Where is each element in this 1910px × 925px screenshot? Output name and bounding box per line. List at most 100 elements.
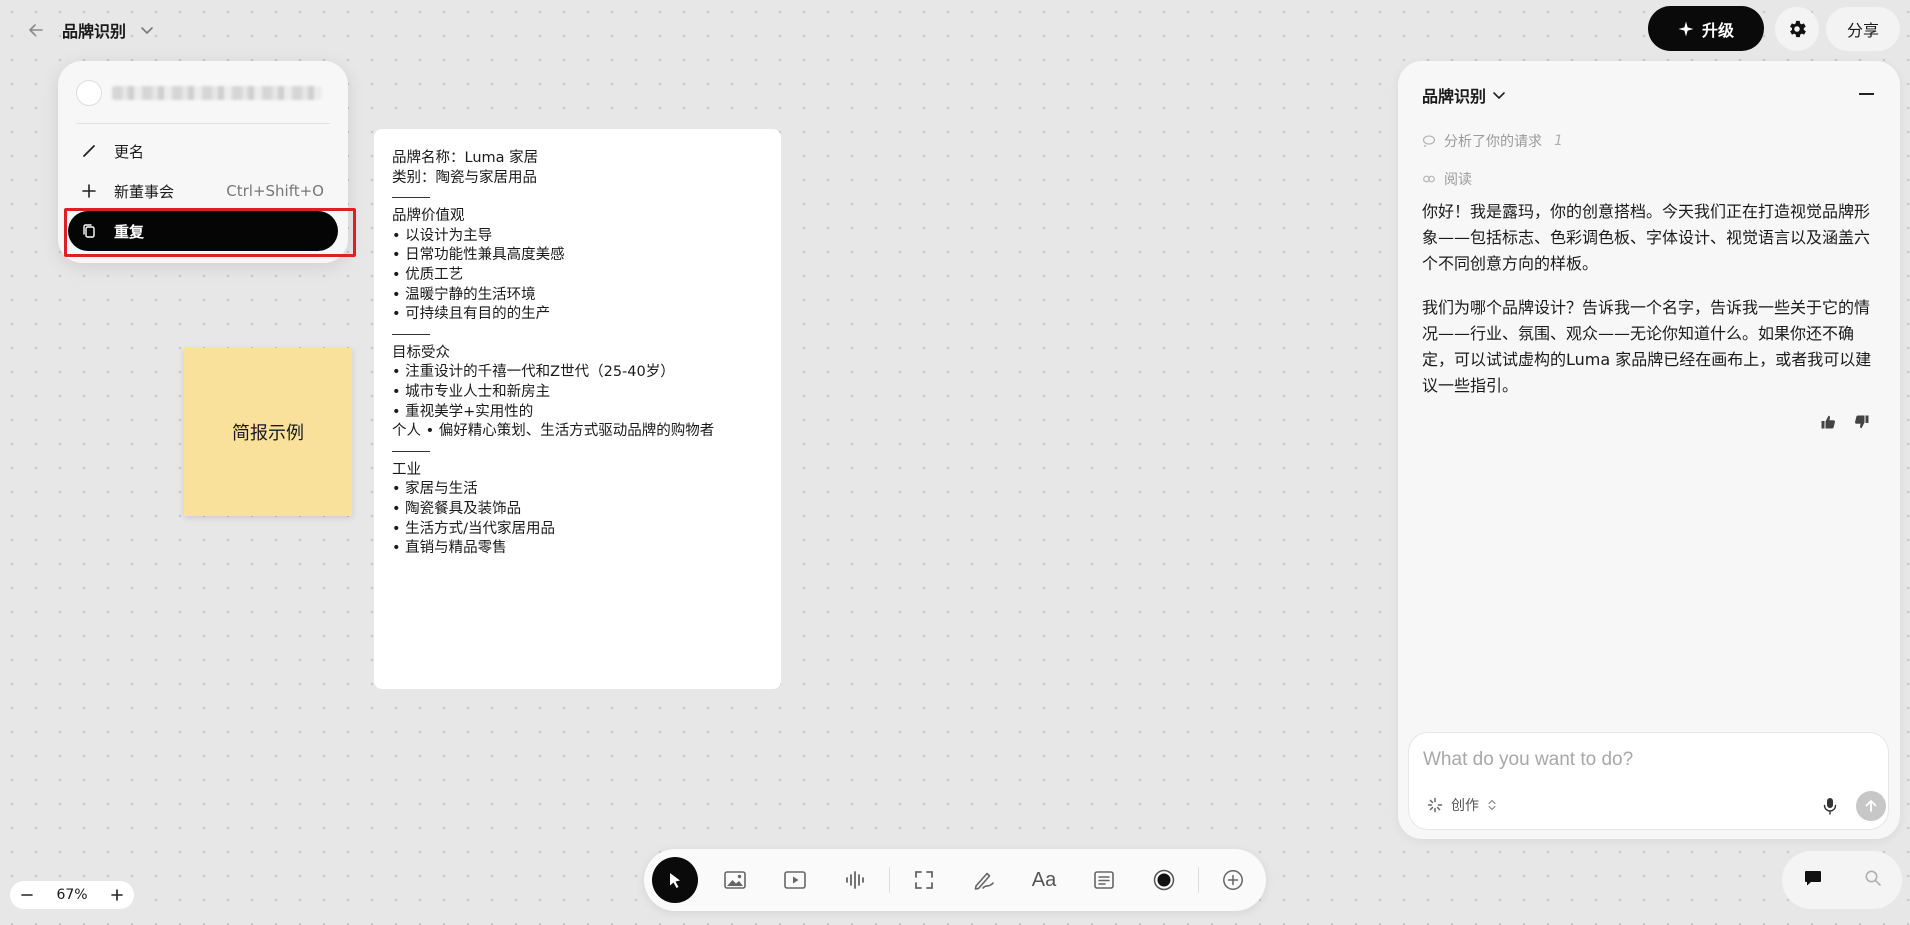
frame-tool[interactable] [901,857,947,903]
arrow-left-icon [29,24,43,36]
brief-line: • 温暖宁静的生活环境 [392,286,536,303]
zoom-in-button[interactable] [108,886,126,904]
zoom-control: 67% [10,881,134,909]
brief-line: • 日常功能性兼具高度美感 [392,247,565,264]
settings-button[interactable] [1775,7,1819,51]
arrow-up-icon [1865,800,1877,812]
text-tool[interactable]: Aa [1021,857,1067,903]
chevron-down-icon [1493,92,1505,99]
prompt-box: 创作 [1408,732,1889,830]
plus-circle-icon [1223,870,1243,890]
sticky-note[interactable]: 简报示例 [184,348,352,516]
brief-line: • 优质工艺 [392,266,464,283]
assistant-message: 我们为哪个品牌设计？告诉我一个名字，告诉我一些关于它的情况——行业、氛围、观众—… [1422,298,1872,395]
brief-line: • 直销与精品零售 [392,540,507,557]
draw-tool[interactable] [961,857,1007,903]
brief-heading: 目标受众 [392,344,450,361]
message-feedback [1820,414,1870,434]
minimize-button[interactable] [1859,93,1874,95]
note-tool[interactable] [1081,857,1127,903]
menu-item-rename[interactable]: 更名 [68,131,338,171]
share-label: 分享 [1846,21,1879,40]
assistant-title-dropdown[interactable]: 品牌识别 [1422,83,1506,107]
waveform-icon [846,871,864,889]
toolbar-divider [1198,867,1199,893]
minus-icon [21,894,33,896]
thumbs-up-icon[interactable] [1820,414,1836,434]
upgrade-label: 升级 [1701,20,1734,40]
chat-button[interactable] [1803,868,1823,892]
zoom-out-button[interactable] [18,886,36,904]
brief-line: • 可持续且有目的的生产 [392,306,551,323]
search-button[interactable] [1864,869,1882,891]
divider [76,123,330,124]
menu-item-label: 更名 [114,142,145,161]
redacted-text [112,86,322,100]
image-icon [724,871,746,889]
back-button[interactable] [22,16,50,44]
status-text: 阅读 [1444,172,1472,188]
gear-icon [1790,20,1806,38]
divider [392,333,430,335]
upgrade-button[interactable]: 升级 [1648,6,1764,51]
select-tool[interactable] [652,857,698,903]
text-icon: Aa [1031,868,1057,891]
status-analyzed[interactable]: 分析了你的请求 1 [1422,131,1563,151]
brief-line: 品牌名称：Luma 家居 [392,150,539,166]
loading-sparkle-icon [1427,797,1443,813]
divider [392,450,430,452]
brief-line: • 以设计为主导 [392,227,493,244]
sparkle-icon [1678,21,1694,36]
chevron-updown-icon [1488,799,1496,811]
brief-card[interactable]: 品牌名称：Luma 家居 类别：陶瓷与家居用品 品牌价值观 • 以设计为主导 •… [374,129,781,689]
assistant-title: 品牌识别 [1422,87,1487,106]
board-title-dropdown[interactable]: 品牌识别 [62,18,154,42]
toolbar-divider [889,867,890,893]
color-swatch-icon [1153,869,1175,891]
send-button[interactable] [1856,791,1886,821]
microphone-button[interactable] [1819,793,1841,819]
prompt-input[interactable] [1423,745,1863,775]
brief-line: • 生活方式/当代家居用品 [392,520,556,537]
brief-line: • 家居与生活 [392,481,478,498]
menu-item-label: 新董事会 [114,182,175,201]
assistant-message: 你好！我是露玛，你的创意搭档。今天我们正在打造视觉品牌形象——包括标志、色彩调色… [1422,202,1871,273]
sticky-note-text: 简报示例 [232,423,304,444]
brief-line: • 陶瓷餐具及装饰品 [392,500,522,517]
brief-heading: 工业 [392,461,421,478]
chevron-down-icon [140,23,154,37]
video-tool[interactable] [772,857,818,903]
status-text: 分析了你的请求 [1444,134,1542,150]
board-title: 品牌识别 [62,22,127,41]
audio-tool[interactable] [832,857,878,903]
thumbs-down-icon[interactable] [1854,414,1870,434]
thought-icon [1422,135,1436,147]
status-count: 1 [1554,133,1563,149]
image-tool[interactable] [712,857,758,903]
avatar [76,80,102,106]
menu-item-new-board[interactable]: 新董事会 Ctrl+Shift+O [68,171,338,211]
mode-selector[interactable]: 创作 [1427,795,1497,815]
bottom-right-controls [1782,851,1902,909]
pencil-icon [80,143,98,159]
add-tool[interactable] [1210,857,1256,903]
status-read[interactable]: 阅读 [1422,169,1472,189]
microphone-icon [1823,798,1837,815]
share-button[interactable]: 分享 [1826,7,1900,51]
chat-icon [1804,871,1821,886]
brief-line: 个人 • 偏好精心策划、生活方式驱动品牌的购物者 [392,423,715,440]
cursor-icon [670,873,680,888]
assistant-panel: 品牌识别 分析了你的请求 1 阅读 你好！我是露玛，你的创意搭档。今天我们正在打… [1398,61,1900,839]
canvas-toolbar: Aa [644,849,1266,911]
plus-icon [111,889,123,901]
brief-heading: 品牌价值观 [392,208,465,225]
document-icon [1094,871,1114,889]
video-icon [784,871,806,889]
divider [392,197,430,199]
highlight-annotation [64,208,356,257]
zoom-level: 67% [56,887,88,903]
color-tool[interactable] [1141,857,1187,903]
brief-line: • 城市专业人士和新房主 [392,383,551,400]
plus-icon [80,183,98,199]
brief-line: 类别：陶瓷与家居用品 [392,169,537,186]
